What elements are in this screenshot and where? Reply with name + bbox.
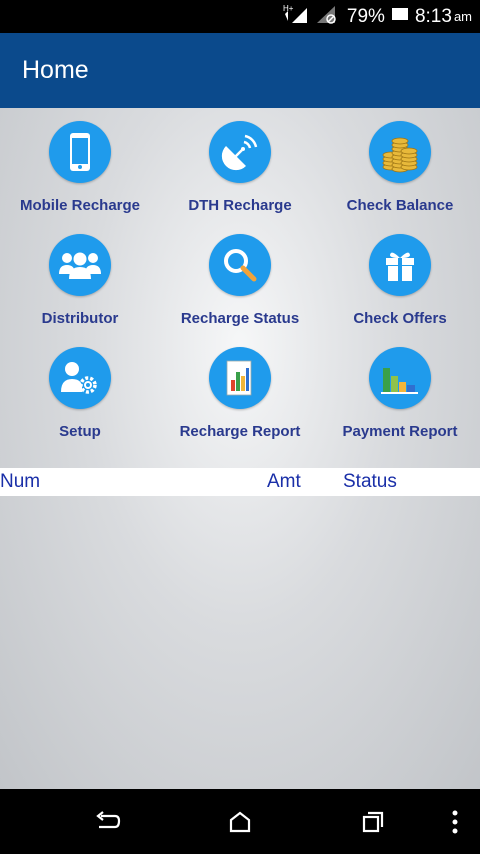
tile-label: Check Offers <box>353 310 447 327</box>
page-title: Home <box>22 56 89 84</box>
overflow-menu-icon[interactable] <box>440 807 470 837</box>
home-content: Mobile Recharge DTH Recharge Check Balan… <box>0 108 480 789</box>
app-bar: Home <box>0 33 480 108</box>
tile-dth-recharge[interactable]: DTH Recharge <box>160 118 320 231</box>
column-header-num: Num <box>0 471 41 492</box>
users-icon <box>49 234 111 296</box>
tile-distributor[interactable]: Distributor <box>0 231 160 344</box>
column-header-status: Status <box>343 471 397 492</box>
battery-percent: 79% <box>346 5 385 27</box>
tile-label: DTH Recharge <box>188 197 292 214</box>
network-type-label: H+ <box>283 4 294 13</box>
coins-icon <box>369 121 431 183</box>
no-sim-icon <box>315 3 337 30</box>
clock-ampm: am <box>453 9 472 24</box>
mobile-phone-icon <box>49 121 111 183</box>
tile-label: Payment Report <box>342 423 458 440</box>
battery-icon <box>391 5 409 28</box>
satellite-dish-icon <box>209 121 271 183</box>
tile-payment-report[interactable]: Payment Report <box>320 344 480 457</box>
recent-apps-icon[interactable] <box>358 807 388 837</box>
user-settings-icon <box>49 347 111 409</box>
home-icon[interactable] <box>225 807 255 837</box>
tile-check-balance[interactable]: Check Balance <box>320 118 480 231</box>
magnifier-icon <box>209 234 271 296</box>
tile-label: Distributor <box>41 310 119 327</box>
tile-mobile-recharge[interactable]: Mobile Recharge <box>0 118 160 231</box>
tile-label: Recharge Report <box>179 423 301 440</box>
tile-setup[interactable]: Setup <box>0 344 160 457</box>
clock-time: 8:13 <box>414 5 452 27</box>
gift-icon <box>369 234 431 296</box>
recharge-table-header: Num Amt Status <box>0 468 480 496</box>
system-nav-bar <box>0 789 480 854</box>
tile-label: Recharge Status <box>180 310 300 327</box>
payment-chart-icon <box>369 347 431 409</box>
menu-grid: Mobile Recharge DTH Recharge Check Balan… <box>0 118 480 457</box>
tile-label: Setup <box>59 423 101 440</box>
back-icon[interactable] <box>92 807 122 837</box>
bar-report-icon <box>209 347 271 409</box>
signal-icon: H+ <box>283 3 309 30</box>
tile-recharge-report[interactable]: Recharge Report <box>160 344 320 457</box>
tile-recharge-status[interactable]: Recharge Status <box>160 231 320 344</box>
column-header-amt: Amt <box>267 471 301 492</box>
status-bar: H+ 79% 8:13 am <box>0 0 480 33</box>
tile-label: Check Balance <box>346 197 454 214</box>
tile-label: Mobile Recharge <box>19 197 141 214</box>
tile-check-offers[interactable]: Check Offers <box>320 231 480 344</box>
